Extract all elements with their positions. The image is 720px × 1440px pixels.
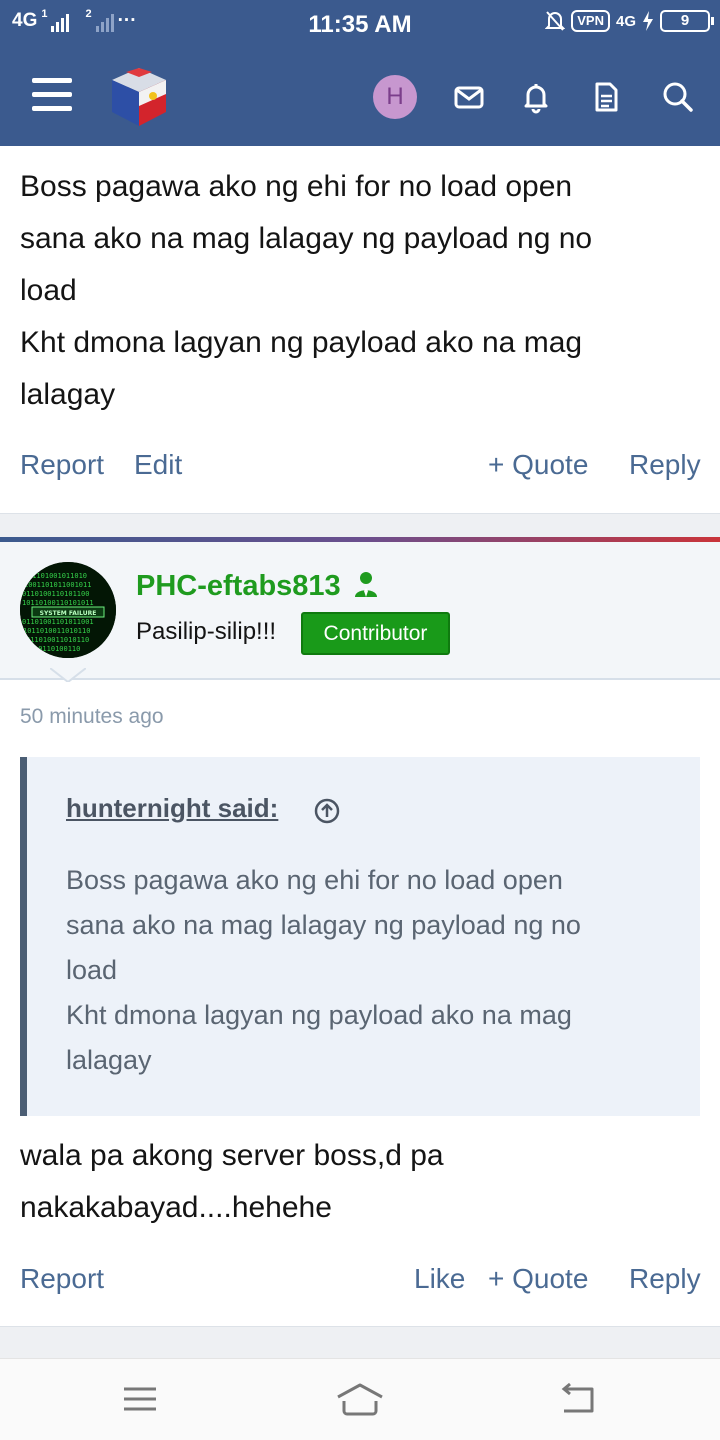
svg-text:10110100110: 10110100110 xyxy=(34,645,80,653)
home-icon[interactable] xyxy=(336,1381,384,1417)
menu-icon[interactable] xyxy=(32,78,72,112)
post-line: wala pa akong server boss,d pa xyxy=(20,1139,444,1172)
reply-link[interactable]: Reply xyxy=(629,1263,701,1295)
quote-line: load xyxy=(66,955,118,985)
edit-link[interactable]: Edit xyxy=(134,449,182,481)
search-icon[interactable] xyxy=(659,78,697,116)
quote-line: sana ako na mag lalagay ng payload ng no xyxy=(66,910,581,940)
mail-icon[interactable] xyxy=(450,78,488,116)
post-timestamp[interactable]: 50 minutes ago xyxy=(20,705,164,729)
charging-icon xyxy=(643,11,653,31)
svg-text:01101001011010: 01101001011010 xyxy=(28,572,87,580)
document-icon[interactable] xyxy=(587,78,625,116)
svg-text:0110100110101100: 0110100110101100 xyxy=(22,590,89,598)
post-line: Boss pagawa ako ng ehi for no load open xyxy=(20,170,573,203)
svg-text:1011010011010110: 1011010011010110 xyxy=(23,627,90,635)
author-avatar[interactable]: 01101001011010 1001101011001011 01101001… xyxy=(20,562,116,658)
post-card-1: Boss pagawa ako ng ehi for no load open … xyxy=(0,146,720,514)
post-body-2: wala pa akong server boss,d pa nakakabay… xyxy=(20,1130,710,1234)
quote-line: Boss pagawa ako ng ehi for no load open xyxy=(66,865,563,895)
bell-icon[interactable] xyxy=(517,78,555,116)
staff-user-icon xyxy=(354,572,377,597)
quote-line: Kht dmona lagyan ng payload ako na mag xyxy=(66,1000,572,1030)
post-line: lalagay xyxy=(20,378,116,411)
quote-link[interactable]: + Quote xyxy=(488,1263,588,1295)
svg-text:10110100110101011: 10110100110101011 xyxy=(22,599,94,607)
header-notch xyxy=(50,668,86,682)
contributor-badge: Contributor xyxy=(301,612,450,655)
post-body-1: Boss pagawa ako ng ehi for no load open … xyxy=(20,161,710,421)
avatar-caption: SYSTEM FAILURE xyxy=(40,610,97,617)
battery-indicator: 9 xyxy=(660,10,714,32)
quote-link[interactable]: + Quote xyxy=(488,449,588,481)
svg-text:01101001101011001: 01101001101011001 xyxy=(22,618,94,626)
nav-bar: H xyxy=(0,50,720,146)
status-right: VPN 4G 9 xyxy=(545,10,714,32)
like-link[interactable]: Like xyxy=(414,1263,465,1295)
report-link[interactable]: Report xyxy=(20,449,104,481)
quote-body: Boss pagawa ako ng ehi for no load open … xyxy=(66,858,666,1083)
mute-bell-icon xyxy=(545,11,566,31)
report-link[interactable]: Report xyxy=(20,1263,104,1295)
quote-author-link[interactable]: hunternight said: xyxy=(66,793,278,824)
system-nav-bar xyxy=(0,1358,720,1440)
post-line: Kht dmona lagyan ng payload ako na mag xyxy=(20,326,583,359)
back-icon[interactable] xyxy=(558,1381,598,1417)
post-line: sana ako na mag lalagay ng payload ng no xyxy=(20,222,593,255)
post-line: load xyxy=(20,274,77,307)
author-username[interactable]: PHC-eftabs813 xyxy=(136,570,379,603)
post-author-header: 01101001011010 1001101011001011 01101001… xyxy=(0,542,720,680)
svg-text:1001101011001011: 1001101011001011 xyxy=(24,581,91,589)
site-logo[interactable] xyxy=(106,64,172,130)
vpn-indicator: VPN xyxy=(571,10,610,32)
reply-link[interactable]: Reply xyxy=(629,449,701,481)
app-header: 4G 1 2 ··· 11:35 AM VPN 4G 9 H xyxy=(0,0,720,146)
jump-to-quote-icon[interactable] xyxy=(313,797,341,825)
svg-text:011010011010110: 011010011010110 xyxy=(26,636,89,644)
post-line: nakakabayad....hehehe xyxy=(20,1191,332,1224)
recent-apps-icon[interactable] xyxy=(120,1381,160,1417)
network-label-2: 4G xyxy=(615,12,636,30)
quote-block: hunternight said: Boss pagawa ako ng ehi… xyxy=(20,757,700,1116)
username-text: PHC-eftabs813 xyxy=(136,570,341,602)
status-bar: 4G 1 2 ··· 11:35 AM VPN 4G 9 xyxy=(0,0,720,50)
user-avatar[interactable]: H xyxy=(373,75,417,119)
author-title: Pasilip-silip!!! xyxy=(136,618,277,645)
quote-line: lalagay xyxy=(66,1045,152,1075)
